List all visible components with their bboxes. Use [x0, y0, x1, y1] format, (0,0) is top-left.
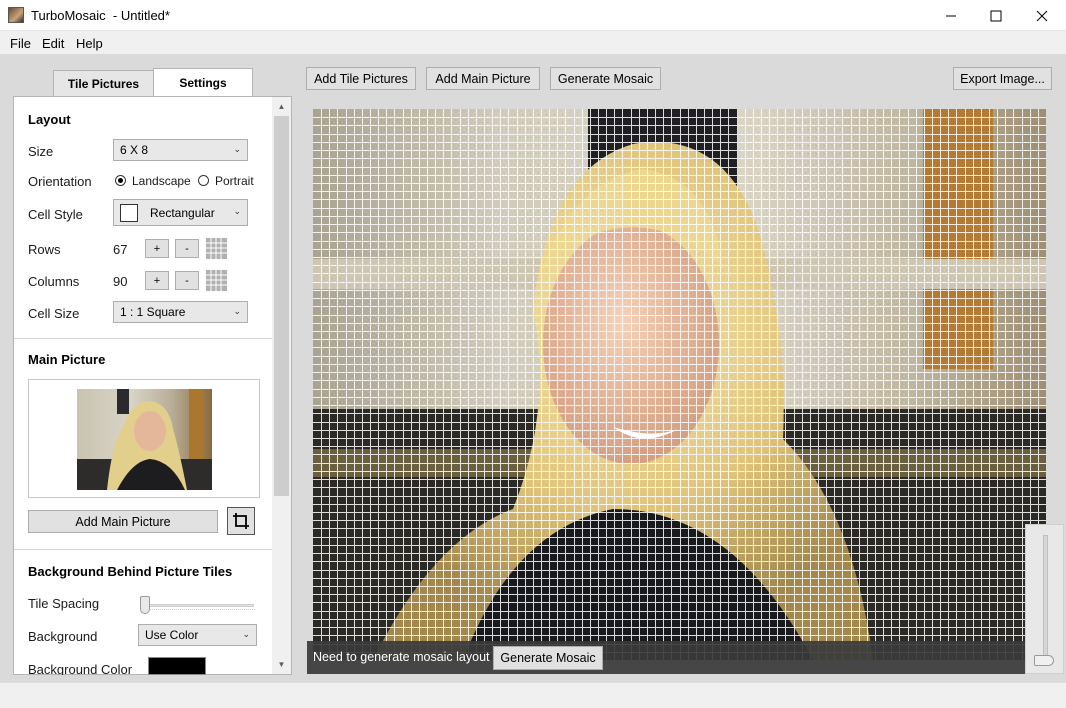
tile-spacing-label: Tile Spacing — [28, 596, 100, 611]
size-select[interactable]: 6 X 8 ⌄ — [113, 139, 248, 161]
add-tile-pictures-button[interactable]: Add Tile Pictures — [306, 67, 416, 90]
tile-spacing-ticks — [145, 609, 255, 612]
background-heading: Background Behind Picture Tiles — [28, 564, 233, 579]
divider — [14, 338, 272, 339]
chevron-down-icon: ⌄ — [233, 144, 241, 154]
background-label: Background — [28, 629, 98, 644]
add-main-picture-button[interactable]: Add Main Picture — [28, 510, 218, 533]
status-message: Need to generate mosaic layout — [313, 650, 490, 664]
cell-size-label: Cell Size — [28, 306, 80, 321]
rows-minus-button[interactable]: - — [175, 239, 199, 258]
app-icon — [8, 7, 24, 23]
divider — [14, 549, 272, 550]
scrollbar-thumb[interactable] — [274, 116, 289, 496]
chevron-down-icon: ⌄ — [233, 306, 241, 316]
tab-settings[interactable]: Settings — [153, 68, 253, 96]
crop-button[interactable] — [227, 507, 255, 535]
maximize-icon — [990, 10, 1002, 21]
columns-plus-button[interactable]: + — [145, 271, 169, 290]
columns-value: 90 — [113, 274, 128, 289]
menu-edit[interactable]: Edit — [42, 36, 64, 51]
size-value: 6 X 8 — [120, 143, 149, 157]
main-picture-thumbnail[interactable] — [77, 389, 212, 490]
grid-icon — [206, 270, 227, 291]
columns-label: Columns — [28, 274, 80, 289]
chevron-down-icon: ⌄ — [233, 206, 241, 216]
generate-mosaic-button[interactable]: Generate Mosaic — [493, 646, 603, 670]
columns-minus-button[interactable]: - — [175, 271, 199, 290]
zoom-slider-thumb[interactable] — [1034, 655, 1054, 666]
tab-tile-pictures[interactable]: Tile Pictures — [53, 70, 154, 96]
scroll-up-arrow-icon[interactable]: ▲ — [272, 98, 291, 115]
landscape-radio[interactable] — [115, 175, 126, 186]
close-icon — [1036, 10, 1048, 21]
maximize-button[interactable] — [973, 0, 1019, 31]
scroll-down-arrow-icon[interactable]: ▼ — [272, 656, 291, 673]
cell-style-value: Rectangular — [150, 205, 215, 220]
background-value: Use Color — [145, 628, 199, 642]
chevron-down-icon: ⌄ — [242, 629, 250, 639]
menu-help[interactable]: Help — [76, 36, 103, 51]
mosaic-preview-image — [313, 109, 1046, 660]
background-select[interactable]: Use Color ⌄ — [138, 624, 257, 646]
layout-heading: Layout — [28, 112, 71, 127]
portrait-label: Portrait — [215, 174, 254, 188]
size-label: Size — [28, 144, 54, 159]
tile-spacing-thumb[interactable] — [140, 596, 150, 614]
background-color-swatch[interactable] — [148, 657, 206, 675]
tile-spacing-track[interactable] — [140, 604, 254, 607]
document-title: - Untitled* — [105, 8, 170, 23]
orientation-label: Orientation — [28, 174, 92, 189]
app-name: TurboMosaic — [31, 8, 106, 23]
grid-icon — [206, 238, 227, 259]
panel-bottom-edge — [13, 675, 293, 682]
minimize-icon — [946, 15, 956, 16]
rows-label: Rows — [28, 242, 61, 257]
cell-style-select[interactable]: Rectangular ⌄ — [113, 199, 248, 226]
mosaic-canvas[interactable] — [313, 109, 1046, 660]
close-button[interactable] — [1019, 0, 1065, 31]
status-bar — [0, 682, 1066, 708]
portrait-radio[interactable] — [198, 175, 209, 186]
rectangle-shape-icon — [120, 203, 138, 222]
add-main-picture-toolbar-button[interactable]: Add Main Picture — [426, 67, 540, 90]
rows-value: 67 — [113, 242, 128, 257]
menu-file[interactable]: File — [10, 36, 31, 51]
generate-mosaic-toolbar-button[interactable]: Generate Mosaic — [550, 67, 661, 90]
crop-icon — [233, 513, 249, 529]
export-image-button[interactable]: Export Image... — [953, 67, 1052, 90]
main-picture-heading: Main Picture — [28, 352, 106, 367]
zoom-slider-track[interactable] — [1043, 535, 1048, 665]
rows-plus-button[interactable]: + — [145, 239, 169, 258]
landscape-label: Landscape — [132, 174, 191, 188]
cell-style-label: Cell Style — [28, 207, 83, 222]
menu-bar — [0, 31, 1066, 54]
cell-size-select[interactable]: 1 : 1 Square ⌄ — [113, 301, 248, 323]
window-title: TurboMosaic - Untitled* — [31, 8, 170, 23]
cell-size-value: 1 : 1 Square — [120, 305, 186, 319]
minimize-button[interactable] — [928, 0, 974, 31]
